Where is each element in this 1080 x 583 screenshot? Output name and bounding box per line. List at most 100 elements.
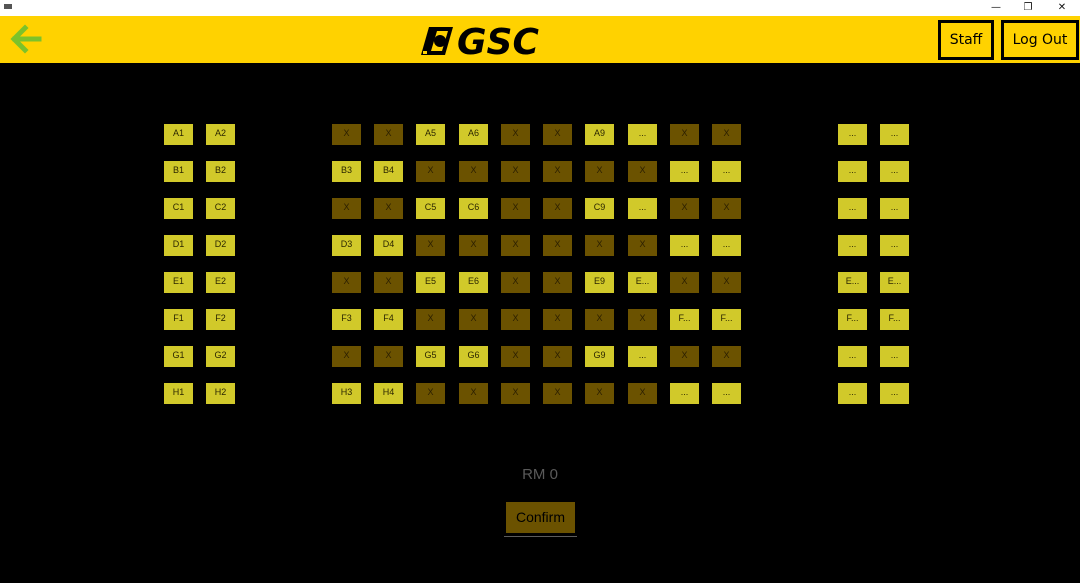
seat-right-r6-c2[interactable]: F... [880,309,909,330]
seat-middle-r1-c3[interactable]: A5 [416,124,445,145]
back-button[interactable] [5,20,47,58]
seat-left-r7-c2[interactable]: G2 [206,346,235,367]
restore-button[interactable]: ❐ [1012,0,1044,16]
seat-right-r3-c1[interactable]: ... [838,198,867,219]
seat-middle-r3-c5[interactable]: X [501,198,530,219]
seat-middle-r3-c3[interactable]: C5 [416,198,445,219]
seat-middle-r4-c6[interactable]: X [543,235,572,256]
seat-middle-r2-c4[interactable]: X [459,161,488,182]
seat-middle-r7-c3[interactable]: G5 [416,346,445,367]
seat-left-r4-c2[interactable]: D2 [206,235,235,256]
seat-middle-r2-c3[interactable]: X [416,161,445,182]
seat-middle-r7-c6[interactable]: X [543,346,572,367]
seat-middle-r6-c4[interactable]: X [459,309,488,330]
seat-middle-r5-c8[interactable]: E... [628,272,657,293]
seat-middle-r7-c5[interactable]: X [501,346,530,367]
seat-right-r4-c1[interactable]: ... [838,235,867,256]
seat-middle-r2-c6[interactable]: X [543,161,572,182]
seat-right-r1-c2[interactable]: ... [880,124,909,145]
seat-right-r5-c1[interactable]: E... [838,272,867,293]
seat-left-r5-c1[interactable]: E1 [164,272,193,293]
seat-right-r7-c2[interactable]: ... [880,346,909,367]
seat-middle-r6-c9[interactable]: F... [670,309,699,330]
seat-middle-r5-c9[interactable]: X [670,272,699,293]
seat-middle-r5-c1[interactable]: X [332,272,361,293]
seat-middle-r8-c8[interactable]: X [628,383,657,404]
seat-middle-r8-c4[interactable]: X [459,383,488,404]
seat-middle-r5-c7[interactable]: E9 [585,272,614,293]
seat-middle-r1-c9[interactable]: X [670,124,699,145]
confirm-button[interactable]: Confirm [506,502,575,533]
seat-right-r2-c2[interactable]: ... [880,161,909,182]
seat-middle-r1-c4[interactable]: A6 [459,124,488,145]
seat-middle-r8-c7[interactable]: X [585,383,614,404]
seat-left-r1-c2[interactable]: A2 [206,124,235,145]
seat-middle-r6-c7[interactable]: X [585,309,614,330]
minimize-button[interactable]: — [980,0,1012,16]
seat-middle-r7-c1[interactable]: X [332,346,361,367]
seat-middle-r1-c2[interactable]: X [374,124,403,145]
seat-middle-r6-c10[interactable]: F... [712,309,741,330]
seat-middle-r1-c7[interactable]: A9 [585,124,614,145]
seat-middle-r1-c5[interactable]: X [501,124,530,145]
seat-right-r7-c1[interactable]: ... [838,346,867,367]
seat-middle-r7-c4[interactable]: G6 [459,346,488,367]
seat-middle-r4-c5[interactable]: X [501,235,530,256]
seat-middle-r6-c8[interactable]: X [628,309,657,330]
seat-middle-r3-c2[interactable]: X [374,198,403,219]
seat-right-r5-c2[interactable]: E... [880,272,909,293]
seat-middle-r7-c7[interactable]: G9 [585,346,614,367]
seat-middle-r7-c8[interactable]: ... [628,346,657,367]
seat-middle-r1-c8[interactable]: ... [628,124,657,145]
seat-middle-r6-c5[interactable]: X [501,309,530,330]
seat-middle-r5-c3[interactable]: E5 [416,272,445,293]
seat-right-r2-c1[interactable]: ... [838,161,867,182]
seat-middle-r3-c4[interactable]: C6 [459,198,488,219]
seat-middle-r5-c4[interactable]: E6 [459,272,488,293]
seat-middle-r4-c10[interactable]: ... [712,235,741,256]
seat-middle-r8-c3[interactable]: X [416,383,445,404]
seat-middle-r8-c10[interactable]: ... [712,383,741,404]
seat-left-r4-c1[interactable]: D1 [164,235,193,256]
seat-middle-r5-c2[interactable]: X [374,272,403,293]
seat-middle-r1-c1[interactable]: X [332,124,361,145]
seat-middle-r5-c10[interactable]: X [712,272,741,293]
seat-right-r6-c1[interactable]: F... [838,309,867,330]
seat-middle-r8-c6[interactable]: X [543,383,572,404]
seat-middle-r4-c8[interactable]: X [628,235,657,256]
seat-middle-r2-c8[interactable]: X [628,161,657,182]
seat-middle-r2-c1[interactable]: B3 [332,161,361,182]
seat-middle-r3-c8[interactable]: ... [628,198,657,219]
close-button[interactable]: ✕ [1046,0,1078,16]
log-out-button[interactable]: Log Out [1001,20,1079,60]
seat-middle-r1-c10[interactable]: X [712,124,741,145]
seat-middle-r8-c2[interactable]: H4 [374,383,403,404]
seat-left-r7-c1[interactable]: G1 [164,346,193,367]
seat-middle-r7-c9[interactable]: X [670,346,699,367]
seat-left-r6-c2[interactable]: F2 [206,309,235,330]
seat-middle-r2-c2[interactable]: B4 [374,161,403,182]
seat-middle-r4-c1[interactable]: D3 [332,235,361,256]
seat-left-r1-c1[interactable]: A1 [164,124,193,145]
seat-middle-r4-c4[interactable]: X [459,235,488,256]
seat-middle-r3-c6[interactable]: X [543,198,572,219]
seat-left-r3-c2[interactable]: C2 [206,198,235,219]
seat-middle-r4-c9[interactable]: ... [670,235,699,256]
seat-middle-r3-c7[interactable]: C9 [585,198,614,219]
seat-middle-r6-c6[interactable]: X [543,309,572,330]
seat-right-r8-c2[interactable]: ... [880,383,909,404]
seat-left-r8-c1[interactable]: H1 [164,383,193,404]
seat-middle-r3-c10[interactable]: X [712,198,741,219]
seat-left-r6-c1[interactable]: F1 [164,309,193,330]
seat-middle-r2-c9[interactable]: ... [670,161,699,182]
seat-middle-r8-c9[interactable]: ... [670,383,699,404]
seat-left-r5-c2[interactable]: E2 [206,272,235,293]
seat-middle-r4-c2[interactable]: D4 [374,235,403,256]
seat-middle-r2-c10[interactable]: ... [712,161,741,182]
seat-left-r2-c2[interactable]: B2 [206,161,235,182]
staff-button[interactable]: Staff [938,20,994,60]
seat-middle-r2-c5[interactable]: X [501,161,530,182]
seat-middle-r6-c3[interactable]: X [416,309,445,330]
seat-middle-r3-c9[interactable]: X [670,198,699,219]
seat-middle-r2-c7[interactable]: X [585,161,614,182]
